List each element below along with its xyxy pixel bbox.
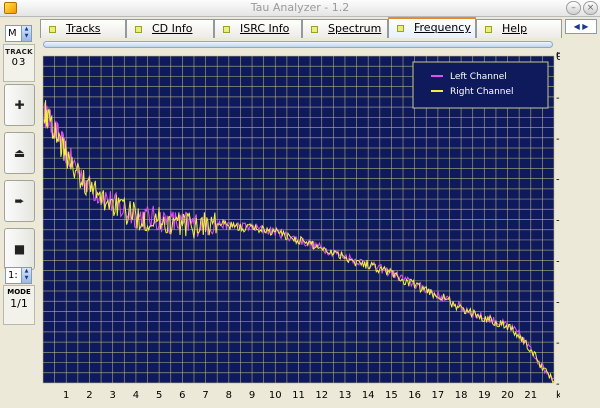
x-tick-label: 9 [249, 390, 255, 401]
x-tick-label: 11 [292, 390, 305, 401]
tab-indicator-icon [397, 24, 404, 32]
x-tick-label: 3 [109, 390, 115, 401]
y-tick-label: - 20 [556, 134, 560, 145]
mode-display: MODE 1/1 [3, 285, 35, 325]
x-tick-label: 17 [431, 390, 444, 401]
y-tick-label: - 80 [556, 379, 560, 390]
minimize-button[interactable]: – [566, 1, 581, 15]
x-tick-label: 4 [133, 390, 139, 401]
tab-indicator-icon [311, 25, 318, 33]
y-tick-label: - 40 [556, 216, 560, 227]
play-arrow-icon: ➨ [14, 194, 25, 208]
tab-indicator-icon [135, 25, 142, 33]
left-panel: M ▲ ▼ TRACK 03 ✚ ⏏ ➨ ■ 1: ▲ ▼ MODE 1/1 [0, 17, 40, 408]
tab-bar: Tracks CD Info ISRC Info Spectrum Freque… [40, 17, 562, 39]
x-tick-label: 8 [226, 390, 232, 401]
chevron-left-icon[interactable]: ◀ [574, 22, 580, 31]
chevron-right-icon[interactable]: ▶ [582, 22, 588, 31]
speed-value: 1: [8, 270, 18, 281]
x-tick-label: 16 [408, 390, 421, 401]
legend-box [412, 61, 549, 109]
add-button[interactable]: ✚ [4, 84, 35, 126]
x-tick-label: 6 [179, 390, 185, 401]
legend-label: Left Channel [450, 72, 507, 82]
close-button[interactable]: × [583, 1, 598, 15]
tab-tracks[interactable]: Tracks [40, 19, 126, 38]
tab-cd-info[interactable]: CD Info [126, 19, 214, 38]
x-axis-unit: kHz [556, 390, 560, 401]
window-title: Tau Analyzer - 1.2 [250, 1, 350, 14]
x-tick-label: 13 [339, 390, 352, 401]
x-tick-label: 20 [501, 390, 514, 401]
x-tick-label: 1 [63, 390, 69, 401]
position-scrollbar[interactable] [43, 41, 553, 48]
tab-indicator-icon [485, 25, 492, 33]
channel-mode-value: M [8, 28, 17, 39]
plus-icon: ✚ [14, 98, 25, 112]
x-tick-label: 2 [86, 390, 92, 401]
y-tick-label: - 50 [556, 256, 560, 267]
channel-mode-select[interactable]: M ▲ ▼ [5, 25, 32, 42]
eject-button[interactable]: ⏏ [4, 132, 35, 174]
x-tick-label: 15 [385, 390, 398, 401]
spin-arrows-icon[interactable]: ▲ ▼ [21, 268, 31, 283]
y-tick-label: - 10 [556, 93, 560, 104]
tab-indicator-icon [49, 25, 56, 33]
frequency-chart: dB00- 10- 20- 30- 40- 50- 60- 70- 801234… [40, 52, 560, 408]
x-tick-label: 10 [269, 390, 282, 401]
x-tick-label: 5 [156, 390, 162, 401]
tab-frequency[interactable]: Frequency [388, 17, 476, 38]
speed-select[interactable]: 1: ▲ ▼ [5, 267, 32, 284]
x-tick-label: 19 [478, 390, 491, 401]
play-button[interactable]: ➨ [4, 180, 35, 222]
track-display: TRACK 03 [3, 44, 35, 82]
tab-isrc-info[interactable]: ISRC Info [214, 19, 302, 38]
y-tick-label: - 30 [556, 175, 560, 186]
x-tick-label: 21 [524, 390, 537, 401]
x-tick-label: 7 [202, 390, 208, 401]
mode-value: 1/1 [10, 297, 28, 310]
legend-label: Right Channel [450, 87, 514, 97]
y-tick-label: 00 [556, 52, 560, 63]
stop-button[interactable]: ■ [4, 228, 35, 270]
tab-indicator-icon [223, 25, 230, 33]
tab-scroll-arrows[interactable]: ◀ ▶ [565, 19, 597, 34]
eject-icon: ⏏ [13, 146, 26, 160]
frequency-chart-svg: dB00- 10- 20- 30- 40- 50- 60- 70- 801234… [42, 52, 560, 401]
window-controls: – × [566, 1, 598, 15]
x-tick-label: 18 [455, 390, 468, 401]
x-tick-label: 12 [315, 390, 328, 401]
spin-arrows-icon[interactable]: ▲ ▼ [21, 26, 31, 41]
tab-help[interactable]: Help [476, 19, 562, 38]
track-number: 03 [11, 57, 27, 68]
mode-label: MODE [7, 288, 31, 296]
title-bar: Tau Analyzer - 1.2 – × [0, 0, 600, 17]
stop-icon: ■ [13, 242, 26, 256]
y-tick-label: - 70 [556, 338, 560, 349]
y-tick-label: - 60 [556, 297, 560, 308]
tab-spectrum[interactable]: Spectrum [302, 19, 388, 38]
x-tick-label: 14 [362, 390, 375, 401]
track-label: TRACK [5, 48, 33, 56]
